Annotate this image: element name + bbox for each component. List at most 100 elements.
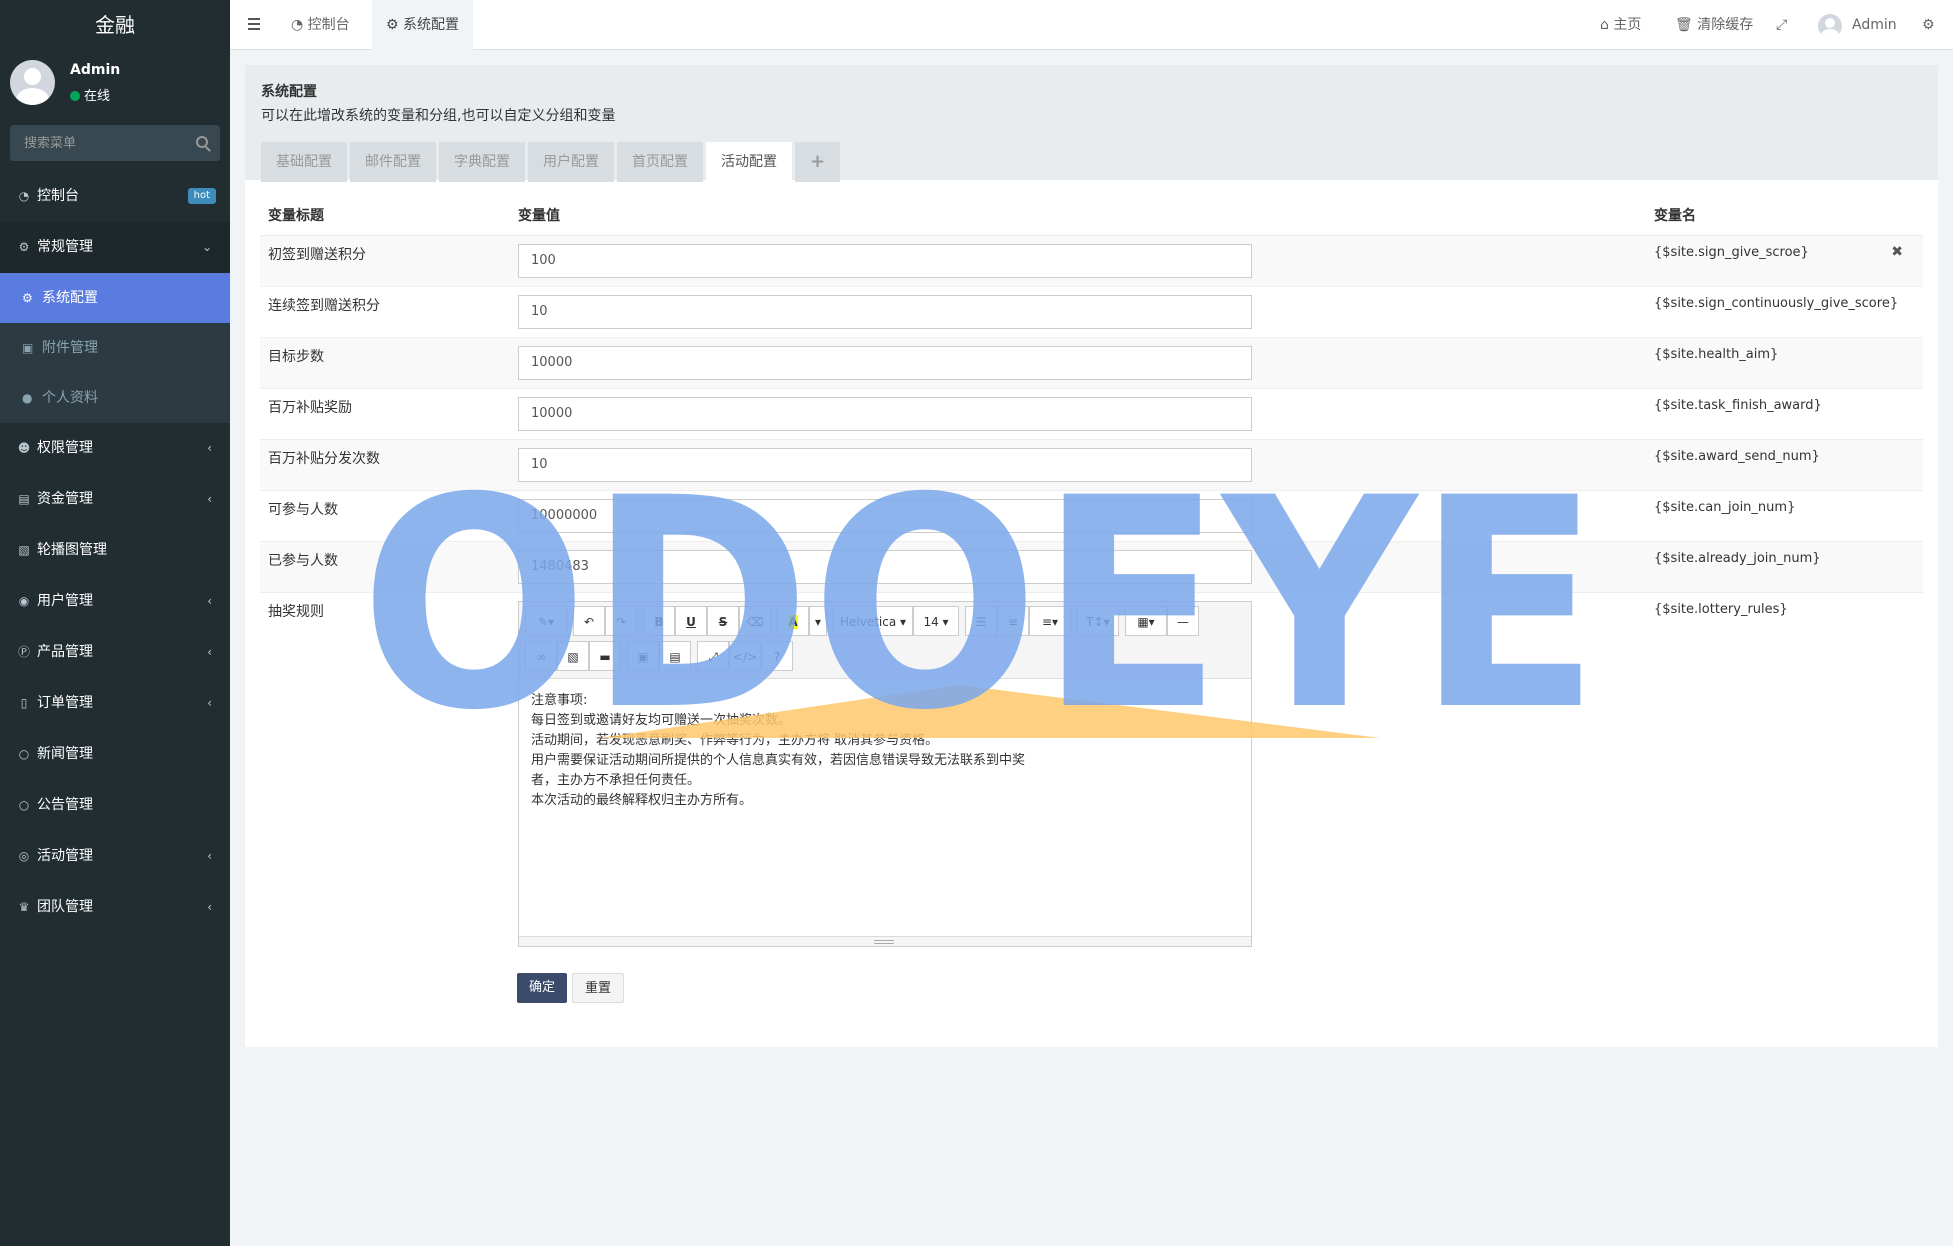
resize-grip-icon[interactable]	[874, 939, 894, 944]
user-panel: Admin 在线	[0, 50, 230, 115]
value-input[interactable]	[518, 498, 1252, 533]
sidebar-item-label: 团队管理	[37, 899, 93, 915]
insert-image-icon[interactable]: ▣	[627, 640, 659, 671]
table-icon[interactable]: ▦▾	[1125, 605, 1167, 636]
value-input[interactable]	[518, 396, 1252, 431]
sidebar-item-label: 资金管理	[37, 491, 93, 507]
menu-toggle-icon[interactable]	[248, 18, 260, 33]
link-icon[interactable]: ∞	[525, 640, 557, 671]
value-input[interactable]	[518, 549, 1252, 584]
online-dot-icon	[70, 91, 80, 101]
sidebar-item-notices[interactable]: ○ 公告管理	[0, 780, 230, 831]
sidebar-item-teams[interactable]: ♛ 团队管理 ‹	[0, 882, 230, 933]
dashboard-icon: ◔	[291, 17, 308, 33]
sidebar-item-label: 控制台	[37, 188, 79, 204]
magic-icon[interactable]: ✎▾	[525, 605, 567, 636]
editor-content[interactable]: 注意事项: 每日签到或邀请好友均可赠送一次抽奖次数。 活动期间，若发现恶意刷奖、…	[519, 679, 1251, 927]
chevron-left-icon: ‹	[207, 696, 212, 710]
color-dropdown-icon[interactable]: ▾	[809, 605, 827, 636]
avatar[interactable]	[1818, 14, 1842, 38]
sidebar-item-products[interactable]: Ⓟ 产品管理 ‹	[0, 627, 230, 678]
variable-name: {$site.already_join_num}	[1654, 550, 1821, 566]
settings-icon[interactable]: ⚙	[1922, 0, 1935, 50]
redo-icon[interactable]: ↷	[605, 605, 637, 636]
tab-system-config[interactable]: ⚙ 系统配置	[372, 0, 474, 50]
strikethrough-icon[interactable]: S	[707, 605, 739, 636]
editor-line: 注意事项:	[531, 692, 588, 708]
editor-line: 用户需要保证活动期间所提供的个人信息真实有效，若因信息错误导致无法联系到中奖	[531, 752, 1026, 768]
tab-home[interactable]: 首页配置	[617, 142, 703, 182]
sidebar-item-news[interactable]: ○ 新闻管理	[0, 729, 230, 780]
file-image-icon: ▣	[22, 341, 34, 355]
tab-dictionary[interactable]: 字典配置	[439, 142, 525, 182]
sidebar-item-attachments[interactable]: ▣ 附件管理	[0, 323, 230, 373]
undo-icon[interactable]: ↶	[573, 605, 605, 636]
sidebar-item-dashboard[interactable]: ◔ 控制台 hot	[0, 171, 230, 222]
value-input[interactable]	[518, 243, 1252, 278]
editor-resize-bar[interactable]	[519, 935, 1251, 946]
product-icon: Ⓟ	[17, 645, 30, 659]
fullscreen-icon[interactable]: ⤢	[1776, 0, 1787, 50]
image-icon[interactable]: ▧	[557, 640, 589, 671]
bullet-list-icon[interactable]: ☰	[965, 605, 997, 636]
text-color-icon[interactable]: A	[777, 605, 809, 636]
avatar	[10, 60, 55, 105]
value-input[interactable]	[518, 345, 1252, 380]
sidebar-item-users[interactable]: ◉ 用户管理 ‹	[0, 576, 230, 627]
sidebar-item-label: 系统配置	[42, 290, 98, 306]
eraser-icon[interactable]: ⌫	[739, 605, 771, 636]
table-row: 抽奖规则 ✎▾ ↶ ↷ B U S ⌫ A ▾ Helvetica ▾ 14 ▾ ☰ ≡ ≡▾ T↕▾ ▦▾ —…	[260, 591, 1923, 955]
sidebar-item-banners[interactable]: ▧ 轮播图管理	[0, 525, 230, 576]
sidebar-item-orders[interactable]: ▯ 订单管理 ‹	[0, 678, 230, 729]
help-icon[interactable]: ?	[761, 640, 793, 671]
font-size-select[interactable]: 14 ▾	[913, 605, 959, 636]
config-tabs: 基础配置 邮件配置 字典配置 用户配置 首页配置 活动配置 +	[261, 142, 1922, 182]
video-icon[interactable]: ▬	[589, 640, 621, 671]
admin-menu[interactable]: Admin	[1852, 0, 1897, 50]
circle-icon: ○	[18, 798, 30, 812]
value-input[interactable]	[518, 294, 1252, 329]
align-icon[interactable]: ≡▾	[1029, 605, 1071, 636]
tab-email[interactable]: 邮件配置	[350, 142, 436, 182]
tab-activity[interactable]: 活动配置	[706, 142, 792, 182]
horizontal-rule-icon[interactable]: —	[1167, 605, 1199, 636]
trophy-icon: ♛	[18, 900, 30, 914]
brand-title[interactable]: 金融	[0, 0, 230, 50]
tab-user[interactable]: 用户配置	[528, 142, 614, 182]
delete-icon[interactable]: ✖	[1891, 244, 1903, 260]
reset-button[interactable]: 重置	[572, 973, 625, 1003]
search-input[interactable]	[10, 125, 220, 161]
clear-cache-link[interactable]: 🗑 清除缓存	[1675, 0, 1753, 50]
rich-text-editor: ✎▾ ↶ ↷ B U S ⌫ A ▾ Helvetica ▾ 14 ▾ ☰ ≡ ≡▾ T↕▾ ▦▾ — ∞ ▧ ▬ ▣…	[518, 600, 1252, 947]
line-height-icon[interactable]: T↕▾	[1077, 605, 1119, 636]
table-row: 目标步数 {$site.health_aim}	[260, 336, 1923, 388]
chevron-left-icon: ‹	[207, 492, 212, 506]
tab-dashboard[interactable]: ◔ 控制台	[277, 0, 364, 50]
home-link[interactable]: ⌂ 主页	[1600, 0, 1641, 50]
sidebar-item-profile[interactable]: ● 个人资料	[0, 373, 230, 423]
variable-name: {$site.health_aim}	[1654, 346, 1779, 362]
code-view-icon[interactable]: </>	[729, 640, 761, 671]
sidebar-item-label: 产品管理	[37, 644, 93, 660]
add-tab-button[interactable]: +	[795, 142, 841, 182]
editor-line: 者，主办方不承担任何责任。	[531, 772, 701, 788]
sidebar-item-permissions[interactable]: ☻ 权限管理 ‹	[0, 423, 230, 474]
confirm-button[interactable]: 确定	[517, 973, 568, 1003]
insert-file-icon[interactable]: ▤	[659, 640, 691, 671]
sidebar-item-label: 附件管理	[42, 340, 98, 356]
tab-basic[interactable]: 基础配置	[261, 142, 347, 182]
bold-icon[interactable]: B	[643, 605, 675, 636]
ordered-list-icon[interactable]: ≡	[997, 605, 1029, 636]
sidebar-item-activities[interactable]: ◎ 活动管理 ‹	[0, 831, 230, 882]
fullscreen-icon[interactable]: ⤢	[697, 640, 729, 671]
sidebar-item-general[interactable]: ⚙ 常规管理 ⌄	[0, 222, 230, 273]
variable-name: {$site.can_join_num}	[1654, 499, 1796, 515]
sidebar-item-system-config[interactable]: ⚙ 系统配置	[0, 273, 230, 323]
value-input[interactable]	[518, 447, 1252, 482]
sidebar-item-funds[interactable]: ▤ 资金管理 ‹	[0, 474, 230, 525]
underline-icon[interactable]: U	[675, 605, 707, 636]
font-family-select[interactable]: Helvetica ▾	[833, 605, 913, 636]
config-table: 变量标题 变量值 变量名 初签到赠送积分 {$site.sign_give_sc…	[260, 195, 1923, 955]
editor-line: 每日签到或邀请好友均可赠送一次抽奖次数。	[531, 712, 792, 728]
search-icon[interactable]	[196, 136, 208, 148]
